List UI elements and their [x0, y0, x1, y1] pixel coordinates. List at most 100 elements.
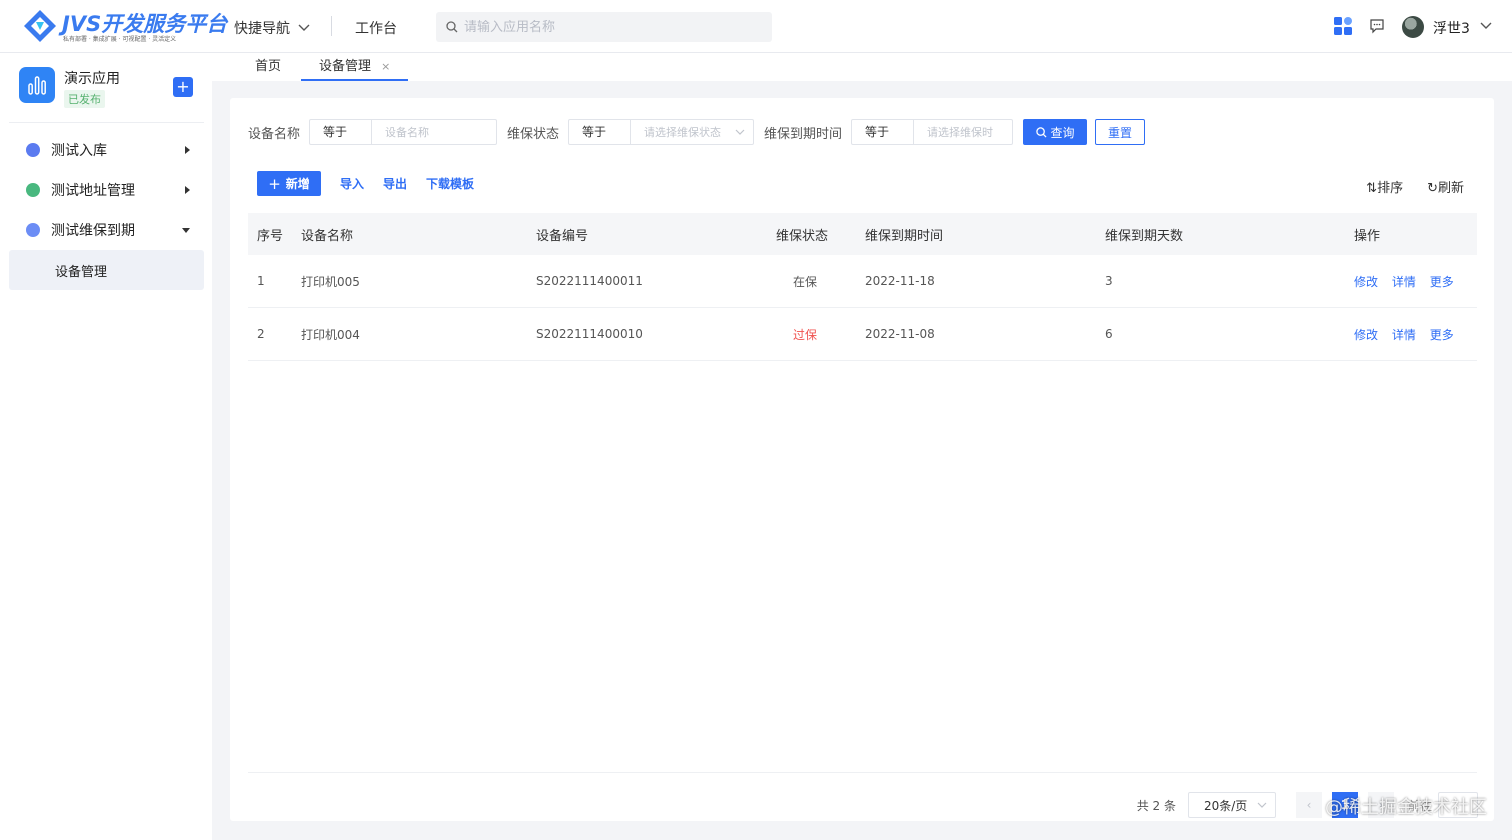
chevron-down-icon	[298, 24, 310, 31]
caret-right-icon	[185, 186, 190, 194]
edit-link[interactable]: 修改	[1354, 328, 1378, 342]
edit-link[interactable]: 修改	[1354, 275, 1378, 289]
sidebar-subitem-label: 设备管理	[55, 264, 108, 280]
maintenance-circle-icon	[26, 223, 40, 237]
table-header: 序号 设备名称 设备编号 维保状态 维保到期时间 维保到期天数 操作	[248, 213, 1477, 255]
search-icon	[1035, 126, 1047, 138]
logo-icon	[24, 10, 56, 42]
cell-status: 在保	[793, 274, 818, 289]
page-size-select[interactable]: 20条/页	[1187, 792, 1276, 818]
tab-label: 首页	[255, 59, 282, 74]
chevron-down-icon[interactable]	[1480, 22, 1492, 30]
filter-device-name-group: 等于	[309, 119, 498, 145]
filter-expire-label: 维保到期时间	[764, 126, 843, 142]
more-link[interactable]: 更多	[1430, 328, 1454, 342]
app-name: 演示应用	[64, 71, 120, 87]
plus-icon: +	[268, 174, 281, 193]
caret-right-icon	[185, 146, 190, 154]
sidebar-divider	[9, 122, 204, 123]
avatar[interactable]	[1402, 16, 1424, 38]
reset-button-label: 重置	[1108, 125, 1133, 140]
filter-expire-date-picker[interactable]: 请选择维保时	[914, 120, 1012, 144]
current-app-card[interactable]: 演示应用 已发布	[19, 67, 199, 111]
add-button[interactable]: + 新增	[257, 171, 321, 196]
import-button[interactable]: 导入	[340, 175, 364, 192]
more-link[interactable]: 更多	[1430, 275, 1454, 289]
column-header-expire: 维保到期时间	[865, 228, 944, 244]
filter-status-operator[interactable]: 等于	[569, 120, 632, 144]
cell-status: 过保	[793, 327, 818, 342]
location-circle-icon	[26, 183, 40, 197]
cell-days: 6	[1105, 327, 1113, 341]
nav-divider	[331, 16, 332, 36]
filter-device-name-label: 设备名称	[248, 126, 301, 142]
sidebar-subitem-device-management[interactable]: 设备管理	[9, 250, 204, 290]
column-header-name: 设备名称	[301, 228, 354, 244]
cell-name: 打印机005	[301, 274, 360, 289]
prev-page-button[interactable]: ‹	[1295, 792, 1322, 818]
chevron-down-icon	[735, 129, 745, 135]
search-circle-icon	[26, 143, 40, 157]
cell-index: 2	[257, 327, 265, 341]
sidebar-item-test-maintenance[interactable]: 测试维保到期	[9, 211, 204, 249]
sidebar-item-test-address[interactable]: 测试地址管理	[9, 171, 204, 209]
quick-nav-dropdown[interactable]: 快捷导航	[234, 18, 310, 38]
export-button[interactable]: 导出	[383, 175, 407, 192]
refresh-icon: ↻	[1427, 181, 1438, 196]
filter-expire-group: 等于 请选择维保时	[851, 119, 1014, 145]
app-search-input[interactable]	[464, 19, 754, 35]
message-icon[interactable]	[1369, 18, 1385, 34]
sort-button[interactable]: ⇅排序	[1366, 177, 1403, 196]
brand-tagline: 私有部署 · 集成扩展 · 可视配置 · 灵活定义	[63, 36, 177, 43]
add-button-label: 新增	[285, 177, 310, 191]
filter-expire-operator[interactable]: 等于	[852, 120, 915, 144]
table-tools: ⇅排序 ↻刷新	[1366, 177, 1464, 196]
username[interactable]: 浮世3	[1433, 18, 1470, 38]
download-template-button[interactable]: 下载模板	[426, 175, 474, 192]
refresh-label: 刷新	[1437, 181, 1464, 196]
tab-home[interactable]: 首页	[255, 53, 281, 81]
quick-nav-label: 快捷导航	[234, 21, 290, 37]
sidebar-item-test-inbound[interactable]: 测试入库	[9, 131, 204, 169]
table-row: 1 打印机005 S2022111400011 在保 2022-11-18 3 …	[248, 255, 1477, 308]
tab-device-management[interactable]: 设备管理 ×	[301, 53, 409, 81]
sort-label: 排序	[1377, 181, 1404, 196]
sidebar: 演示应用 已发布 + 测试入库 测试地址管理 测试维保到期 设备管理	[0, 53, 212, 840]
search-icon	[446, 21, 458, 33]
detail-link[interactable]: 详情	[1392, 275, 1416, 289]
brand-logo[interactable]: JVS开发服务平台 私有部署 · 集成扩展 · 可视配置 · 灵活定义	[22, 6, 227, 46]
app-search-box[interactable]	[436, 12, 772, 42]
app-status-badge: 已发布	[64, 90, 105, 108]
close-icon[interactable]: ×	[381, 60, 390, 73]
reset-button[interactable]: 重置	[1095, 119, 1146, 145]
cell-name: 打印机004	[301, 327, 360, 342]
filter-status-select[interactable]: 请选择维保状态	[631, 120, 753, 144]
sort-icon: ⇅	[1366, 181, 1378, 196]
query-button[interactable]: 查询	[1023, 119, 1088, 145]
total-count: 共 2 条	[1136, 798, 1176, 813]
filter-status-group: 等于 请选择维保状态	[568, 119, 755, 145]
filter-device-name-operator[interactable]: 等于	[310, 120, 373, 144]
refresh-button[interactable]: ↻刷新	[1427, 177, 1464, 196]
add-app-button[interactable]: +	[173, 77, 193, 97]
cell-code: S2022111400011	[536, 274, 643, 288]
detail-link[interactable]: 详情	[1392, 328, 1416, 342]
watermark: @稀土掘金技术社区	[1325, 797, 1487, 818]
filter-status-label: 维保状态	[507, 126, 560, 142]
main-content-card: 设备名称 等于 维保状态 等于 请选择维保状态 维保到期时间 等于 请选择维保时…	[230, 98, 1494, 821]
device-table: 序号 设备名称 设备编号 维保状态 维保到期时间 维保到期天数 操作 1 打印机…	[248, 213, 1477, 361]
sidebar-item-label: 测试地址管理	[51, 183, 135, 199]
filter-device-name-input[interactable]	[372, 120, 495, 144]
apps-grid-icon[interactable]	[1334, 17, 1352, 35]
cell-days: 3	[1105, 274, 1113, 288]
filter-expire-placeholder: 请选择维保时	[927, 126, 994, 139]
workbench-link[interactable]: 工作台	[355, 18, 397, 38]
chevron-down-icon	[1257, 802, 1267, 808]
cell-actions: 修改 详情 更多	[1354, 273, 1477, 290]
app-chart-icon	[19, 67, 55, 103]
cell-actions: 修改 详情 更多	[1354, 326, 1477, 343]
page-size-value: 20条/页	[1203, 798, 1248, 813]
sidebar-item-label: 测试维保到期	[51, 223, 135, 239]
column-header-code: 设备编号	[536, 228, 589, 244]
column-header-actions: 操作	[1354, 228, 1381, 244]
